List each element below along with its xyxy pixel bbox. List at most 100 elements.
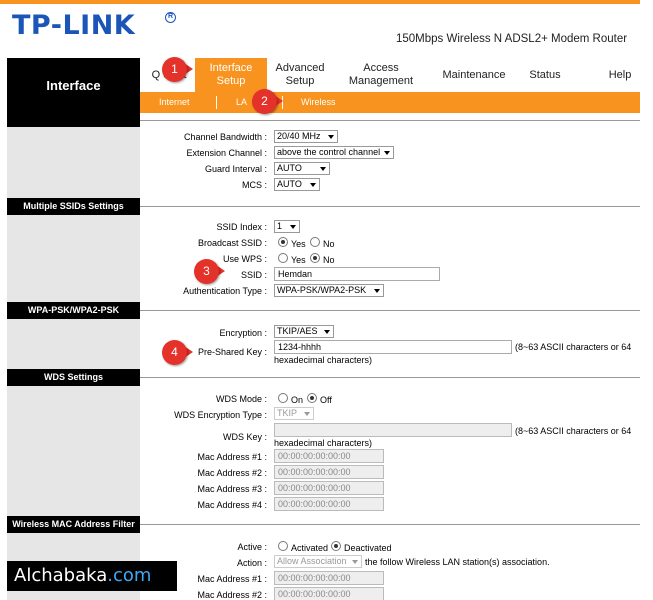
chevron-down-icon xyxy=(384,151,390,155)
partial-section-bar xyxy=(7,113,140,127)
wds-mac-3-label: Mac Address #3 : xyxy=(197,484,267,494)
mac-filter-active-label: Active : xyxy=(237,542,267,552)
section-divider xyxy=(140,377,640,378)
extension-channel-value: above the control channel xyxy=(277,147,381,157)
chevron-down-icon xyxy=(352,560,358,564)
encryption-select[interactable]: TKIP/AES xyxy=(274,325,334,338)
use-wps-no-radio[interactable] xyxy=(310,253,320,263)
mac-filter-deactivated-label: Deactivated xyxy=(344,543,392,553)
subnav-separator xyxy=(216,96,217,109)
wds-key-hint: (8~63 ASCII characters or 64 xyxy=(515,426,632,436)
mcs-value: AUTO xyxy=(277,179,302,189)
broadcast-ssid-yes-label: Yes xyxy=(291,239,306,249)
broadcast-ssid-label: Broadcast SSID : xyxy=(197,238,267,248)
subnav-internet[interactable]: Internet xyxy=(159,97,190,107)
auth-type-select[interactable]: WPA-PSK/WPA2-PSK xyxy=(274,284,384,297)
nav-status[interactable]: Status xyxy=(520,58,570,92)
section-wds: WDS Settings xyxy=(7,369,140,386)
nav-help[interactable]: Help xyxy=(600,58,640,92)
wds-mode-on-label: On xyxy=(291,395,304,405)
watermark: Alchabaka.com xyxy=(7,561,177,591)
marker-3: 3 xyxy=(194,259,219,284)
filter-mac-1-input[interactable]: 00:00:00:00:00:00 xyxy=(274,571,384,585)
sub-nav-bar xyxy=(140,92,640,113)
wds-mac-1-input[interactable]: 00:00:00:00:00:00 xyxy=(274,449,384,463)
filter-mac-2-label: Mac Address #2 : xyxy=(197,590,267,600)
wds-encryption-type-label: WDS Encryption Type : xyxy=(174,410,267,420)
registered-mark-icon: R xyxy=(165,12,176,23)
chevron-down-icon xyxy=(290,225,296,229)
chevron-down-icon xyxy=(320,167,326,171)
channel-bandwidth-select[interactable]: 20/40 MHz xyxy=(274,130,338,143)
nav-advanced-setup[interactable]: Advanced Setup xyxy=(268,58,332,92)
wds-mac-1-label: Mac Address #1 : xyxy=(197,452,267,462)
section-divider xyxy=(140,310,640,311)
use-wps-no-label: No xyxy=(323,255,335,265)
encryption-value: TKIP/AES xyxy=(277,326,318,336)
auth-type-value: WPA-PSK/WPA2-PSK xyxy=(277,285,367,295)
marker-2: 2 xyxy=(252,89,277,114)
guard-interval-value: AUTO xyxy=(277,163,302,173)
subnav-lan[interactable]: LA xyxy=(236,97,247,107)
mac-filter-activated-radio[interactable] xyxy=(278,541,288,551)
wds-mode-off-radio[interactable] xyxy=(307,393,317,403)
extension-channel-select[interactable]: above the control channel xyxy=(274,146,394,159)
wds-key-hint-continued: hexadecimal characters) xyxy=(274,438,373,448)
ssid-index-label: SSID Index : xyxy=(216,222,267,232)
chevron-down-icon xyxy=(328,135,334,139)
mcs-select[interactable]: AUTO xyxy=(274,178,320,191)
wds-encryption-type-value: TKIP xyxy=(277,408,298,418)
subnav-wireless[interactable]: Wireless xyxy=(301,97,336,107)
sidebar-header: Interface xyxy=(7,58,140,113)
nav-maintenance[interactable]: Maintenance xyxy=(432,58,516,92)
mac-filter-action-select[interactable]: Allow Association xyxy=(274,555,362,568)
section-divider xyxy=(140,206,640,207)
ssid-input[interactable]: Hemdan xyxy=(274,267,440,281)
section-wpa-psk: WPA-PSK/WPA2-PSK xyxy=(7,302,140,319)
encryption-label: Encryption : xyxy=(219,328,267,338)
wds-key-input[interactable] xyxy=(274,423,512,437)
chevron-down-icon xyxy=(304,412,310,416)
filter-mac-2-input[interactable]: 00:00:00:00:00:00 xyxy=(274,587,384,600)
wds-encryption-type-select[interactable]: TKIP xyxy=(274,407,314,420)
section-mac-filter: Wireless MAC Address Filter xyxy=(7,516,140,533)
wds-mac-4-input[interactable]: 00:00:00:00:00:00 xyxy=(274,497,384,511)
model-title: 150Mbps Wireless N ADSL2+ Modem Router xyxy=(396,33,628,45)
wds-mac-2-label: Mac Address #2 : xyxy=(197,468,267,478)
section-multiple-ssids: Multiple SSIDs Settings xyxy=(7,198,140,215)
channel-bandwidth-label: Channel Bandwidth : xyxy=(183,132,267,142)
guard-interval-label: Guard Interval : xyxy=(204,164,267,174)
auth-type-label: Authentication Type : xyxy=(183,286,267,296)
top-accent-line xyxy=(0,0,640,4)
wds-mac-4-label: Mac Address #4 : xyxy=(197,500,267,510)
marker-4: 4 xyxy=(162,340,187,365)
ssid-label: SSID : xyxy=(240,270,267,280)
chevron-down-icon xyxy=(310,183,316,187)
ssid-index-select[interactable]: 1 xyxy=(274,220,300,233)
wds-mac-3-input[interactable]: 00:00:00:00:00:00 xyxy=(274,481,384,495)
broadcast-ssid-yes-radio[interactable] xyxy=(278,237,288,247)
wds-mode-label: WDS Mode : xyxy=(215,394,267,404)
use-wps-yes-label: Yes xyxy=(291,255,306,265)
nav-interface-setup-label: Interface Setup xyxy=(209,62,253,87)
nav-interface-setup[interactable]: Interface Setup xyxy=(195,58,267,92)
wds-mode-on-radio[interactable] xyxy=(278,393,288,403)
channel-bandwidth-value: 20/40 MHz xyxy=(277,131,321,141)
wds-mac-2-input[interactable]: 00:00:00:00:00:00 xyxy=(274,465,384,479)
mac-filter-action-value: Allow Association xyxy=(277,556,347,566)
mac-filter-action-suffix: the follow Wireless LAN station(s) assoc… xyxy=(365,557,550,567)
watermark-tld: .com xyxy=(107,565,152,586)
chevron-down-icon xyxy=(324,330,330,334)
mac-filter-deactivated-radio[interactable] xyxy=(331,541,341,551)
guard-interval-select[interactable]: AUTO xyxy=(274,162,330,175)
nav-access-management[interactable]: Access Management xyxy=(340,58,422,92)
mcs-label: MCS : xyxy=(241,180,267,190)
broadcast-ssid-no-radio[interactable] xyxy=(310,237,320,247)
psk-input[interactable]: 1234-hhhh xyxy=(274,340,512,354)
psk-hint: (8~63 ASCII characters or 64 xyxy=(515,342,632,352)
wds-mode-off-label: Off xyxy=(320,395,332,405)
mac-filter-activated-label: Activated xyxy=(291,543,329,553)
section-divider xyxy=(140,120,640,121)
use-wps-yes-radio[interactable] xyxy=(278,253,288,263)
use-wps-label: Use WPS : xyxy=(222,254,267,264)
